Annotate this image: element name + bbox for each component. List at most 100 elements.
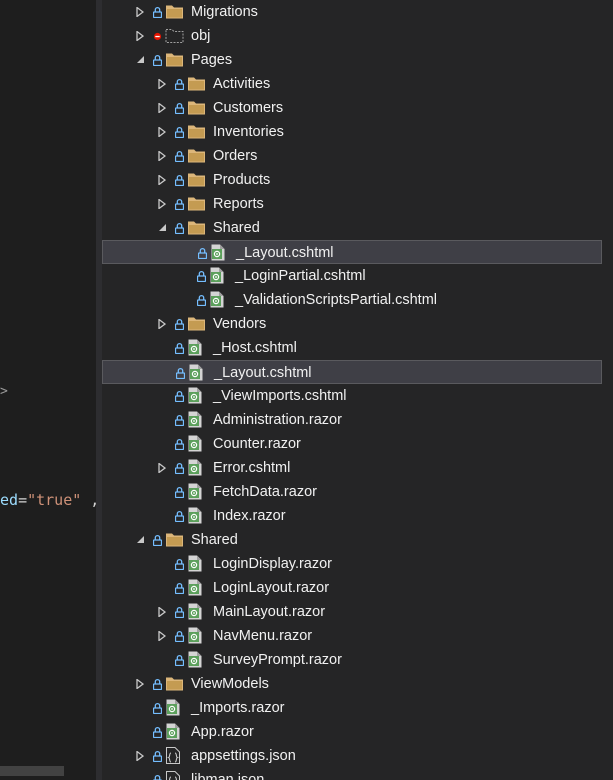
- tree-item-label: App.razor: [191, 724, 254, 740]
- collapsed-chevron-icon[interactable]: [158, 168, 168, 192]
- tree-item-label: Customers: [213, 100, 284, 116]
- collapsed-chevron-icon[interactable]: [158, 96, 168, 120]
- tree-item[interactable]: Inventories: [102, 120, 602, 144]
- collapsed-chevron-icon[interactable]: [158, 312, 168, 336]
- code-string: "true": [27, 491, 82, 509]
- razor-file-icon: [188, 361, 207, 385]
- tree-item[interactable]: Customers: [102, 96, 602, 120]
- editor-horizontal-scrollbar[interactable]: [0, 766, 64, 776]
- folder-icon: [187, 216, 206, 240]
- folder-icon: [165, 48, 184, 72]
- tree-item[interactable]: FetchData.razor: [102, 480, 602, 504]
- tree-item[interactable]: _Layout.cshtml: [102, 360, 602, 384]
- lock-icon: [175, 168, 184, 192]
- tree-item[interactable]: obj: [102, 24, 602, 48]
- tree-item-label: LoginLayout.razor: [213, 580, 330, 596]
- tree-item[interactable]: Migrations: [102, 0, 602, 24]
- tree-item[interactable]: libman.json: [102, 768, 602, 780]
- tree-item[interactable]: MainLayout.razor: [102, 600, 602, 624]
- tree-item-label: obj: [191, 28, 211, 44]
- tree-item[interactable]: Administration.razor: [102, 408, 602, 432]
- tree-item-label: Vendors: [213, 316, 267, 332]
- tree-item[interactable]: _ValidationScriptsPartial.cshtml: [102, 288, 602, 312]
- tree-item-label: _ValidationScriptsPartial.cshtml: [235, 292, 438, 308]
- collapsed-chevron-icon[interactable]: [136, 0, 146, 24]
- tree-item[interactable]: _ViewImports.cshtml: [102, 384, 602, 408]
- expanded-chevron-icon[interactable]: [158, 216, 168, 240]
- folder-icon: [165, 0, 184, 24]
- razor-file-icon: [187, 384, 206, 408]
- excluded-icon: [153, 24, 162, 48]
- tree-item[interactable]: Vendors: [102, 312, 602, 336]
- lock-icon: [153, 528, 162, 552]
- collapsed-chevron-icon[interactable]: [158, 624, 168, 648]
- tree-item-label: _Host.cshtml: [213, 340, 297, 356]
- tree-item[interactable]: _Imports.razor: [102, 696, 602, 720]
- tree-item[interactable]: Counter.razor: [102, 432, 602, 456]
- collapsed-chevron-icon[interactable]: [158, 144, 168, 168]
- expanded-chevron-icon[interactable]: [136, 48, 146, 72]
- tree-item[interactable]: LoginDisplay.razor: [102, 552, 602, 576]
- code-chevron: >: [0, 384, 8, 399]
- lock-icon: [175, 552, 184, 576]
- tree-item[interactable]: ViewModels: [102, 672, 602, 696]
- lock-icon: [153, 0, 162, 24]
- tree-item[interactable]: Products: [102, 168, 602, 192]
- tree-item[interactable]: Orders: [102, 144, 602, 168]
- lock-icon: [175, 456, 184, 480]
- collapsed-chevron-icon[interactable]: [136, 744, 146, 768]
- razor-file-icon: [165, 720, 184, 744]
- collapsed-chevron-icon[interactable]: [158, 456, 168, 480]
- tree-item-label: Counter.razor: [213, 436, 301, 452]
- collapsed-chevron-icon[interactable]: [136, 24, 146, 48]
- tree-item[interactable]: LoginLayout.razor: [102, 576, 602, 600]
- collapsed-chevron-icon[interactable]: [158, 192, 168, 216]
- lock-icon: [175, 192, 184, 216]
- json-file-icon: [165, 744, 184, 768]
- solution-explorer: Migrations obj Pages Activities Customers Inv…: [102, 0, 613, 780]
- tree-item-label: Orders: [213, 148, 258, 164]
- razor-file-icon: [187, 336, 206, 360]
- tree-item[interactable]: Activities: [102, 72, 602, 96]
- folder-icon: [187, 192, 206, 216]
- collapsed-chevron-icon[interactable]: [158, 600, 168, 624]
- tree-item-label: Shared: [213, 220, 260, 236]
- razor-file-icon: [187, 504, 206, 528]
- code-attribute: ed: [0, 491, 19, 509]
- collapsed-chevron-icon[interactable]: [158, 72, 168, 96]
- folder-icon: [187, 120, 206, 144]
- tree-item[interactable]: SurveyPrompt.razor: [102, 648, 602, 672]
- tree-item[interactable]: Pages: [102, 48, 602, 72]
- tree-item-label: Activities: [213, 76, 271, 92]
- lock-icon: [175, 96, 184, 120]
- code-editor-pane[interactable]: > ed="true" ,: [0, 0, 96, 780]
- tree-item-label: Error.cshtml: [213, 460, 291, 476]
- lock-icon: [175, 408, 184, 432]
- tree-item[interactable]: _Host.cshtml: [102, 336, 602, 360]
- tree-item-label: SurveyPrompt.razor: [213, 652, 342, 668]
- razor-file-icon: [210, 241, 229, 265]
- folder-icon: [187, 312, 206, 336]
- expanded-chevron-icon[interactable]: [136, 528, 146, 552]
- razor-file-icon: [187, 648, 206, 672]
- tree-item-label: LoginDisplay.razor: [213, 556, 333, 572]
- collapsed-chevron-icon[interactable]: [136, 672, 146, 696]
- tree-item[interactable]: _Layout.cshtml: [102, 240, 602, 264]
- tree-item[interactable]: Error.cshtml: [102, 456, 602, 480]
- tree-item[interactable]: Reports: [102, 192, 602, 216]
- folder-icon: [187, 72, 206, 96]
- tree-item[interactable]: App.razor: [102, 720, 602, 744]
- razor-file-icon: [187, 600, 206, 624]
- tree-item-label: ViewModels: [191, 676, 269, 692]
- tree-item[interactable]: Index.razor: [102, 504, 602, 528]
- collapsed-chevron-icon[interactable]: [158, 120, 168, 144]
- tree-item[interactable]: _LoginPartial.cshtml: [102, 264, 602, 288]
- lock-icon: [175, 144, 184, 168]
- tree-item[interactable]: Shared: [102, 528, 602, 552]
- tree-item[interactable]: NavMenu.razor: [102, 624, 602, 648]
- tree-item[interactable]: appsettings.json: [102, 744, 602, 768]
- lock-icon: [197, 288, 206, 312]
- lock-icon: [175, 504, 184, 528]
- lock-icon: [175, 432, 184, 456]
- tree-item[interactable]: Shared: [102, 216, 602, 240]
